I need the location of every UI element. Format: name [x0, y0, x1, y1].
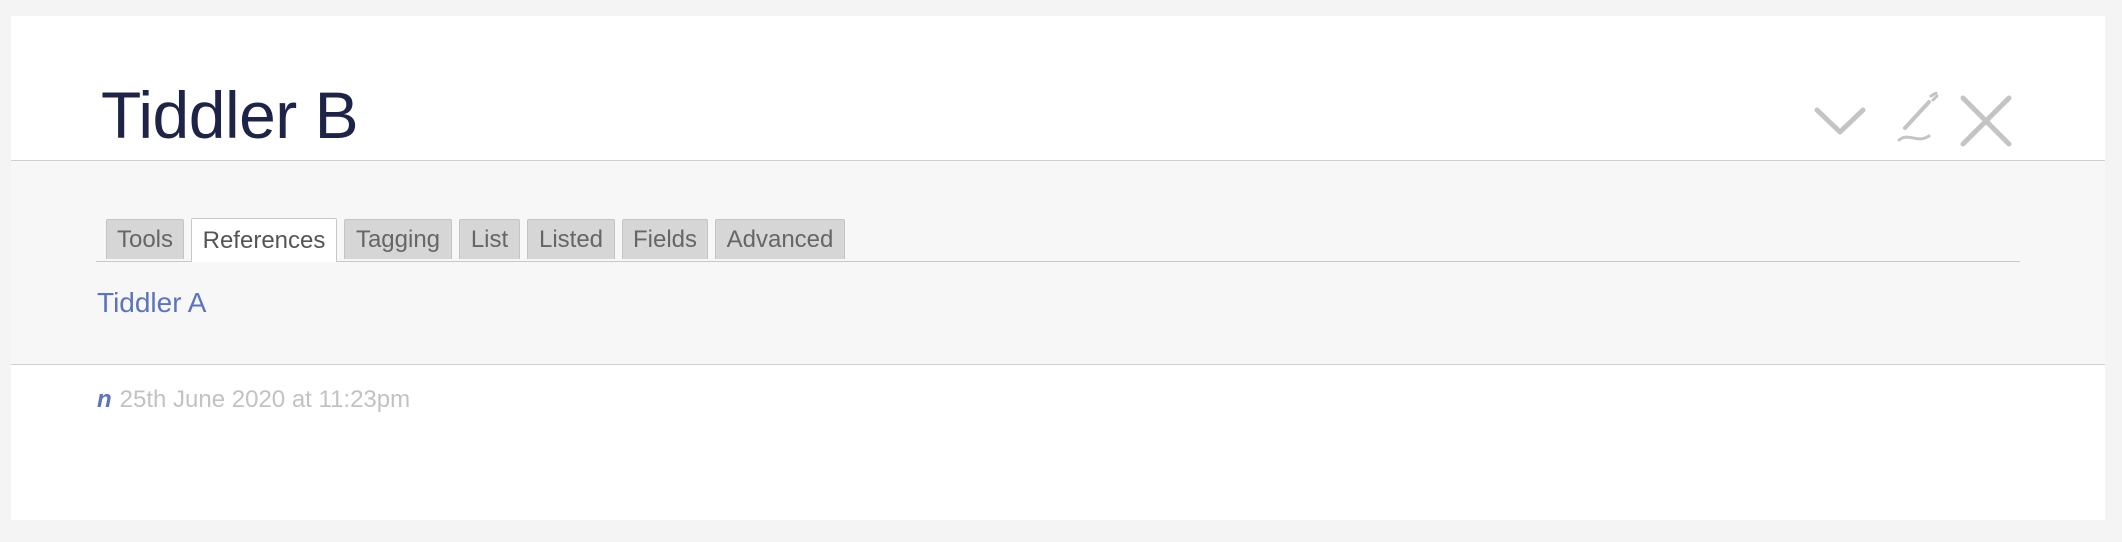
tiddler-frame: Tiddler B Tools References Tagging List	[11, 16, 2105, 520]
tab-advanced[interactable]: Advanced	[715, 219, 845, 259]
tab-listed[interactable]: Listed	[527, 219, 615, 259]
tab-tagging[interactable]: Tagging	[344, 219, 452, 259]
tab-fields[interactable]: Fields	[622, 219, 708, 259]
tab-references[interactable]: References	[191, 218, 337, 262]
tiddler-subtitle: n 25th June 2020 at 11:23pm	[97, 386, 410, 414]
tiddler-title: Tiddler B	[101, 78, 359, 152]
reference-link-tiddler-a[interactable]: Tiddler A	[97, 287, 206, 319]
tiddler-info-panel: Tools References Tagging List Listed Fie…	[11, 160, 2105, 365]
close-icon[interactable]	[1957, 92, 2015, 150]
info-tab-bar: Tools References Tagging List Listed Fie…	[96, 218, 2020, 262]
edit-pencil-icon[interactable]	[1891, 92, 1949, 150]
chevron-down-icon[interactable]	[1811, 92, 1869, 150]
tab-list[interactable]: List	[459, 219, 520, 259]
modifier-link[interactable]: n	[97, 386, 112, 413]
modified-date: 25th June 2020 at 11:23pm	[119, 386, 411, 413]
tab-tools[interactable]: Tools	[106, 219, 184, 259]
